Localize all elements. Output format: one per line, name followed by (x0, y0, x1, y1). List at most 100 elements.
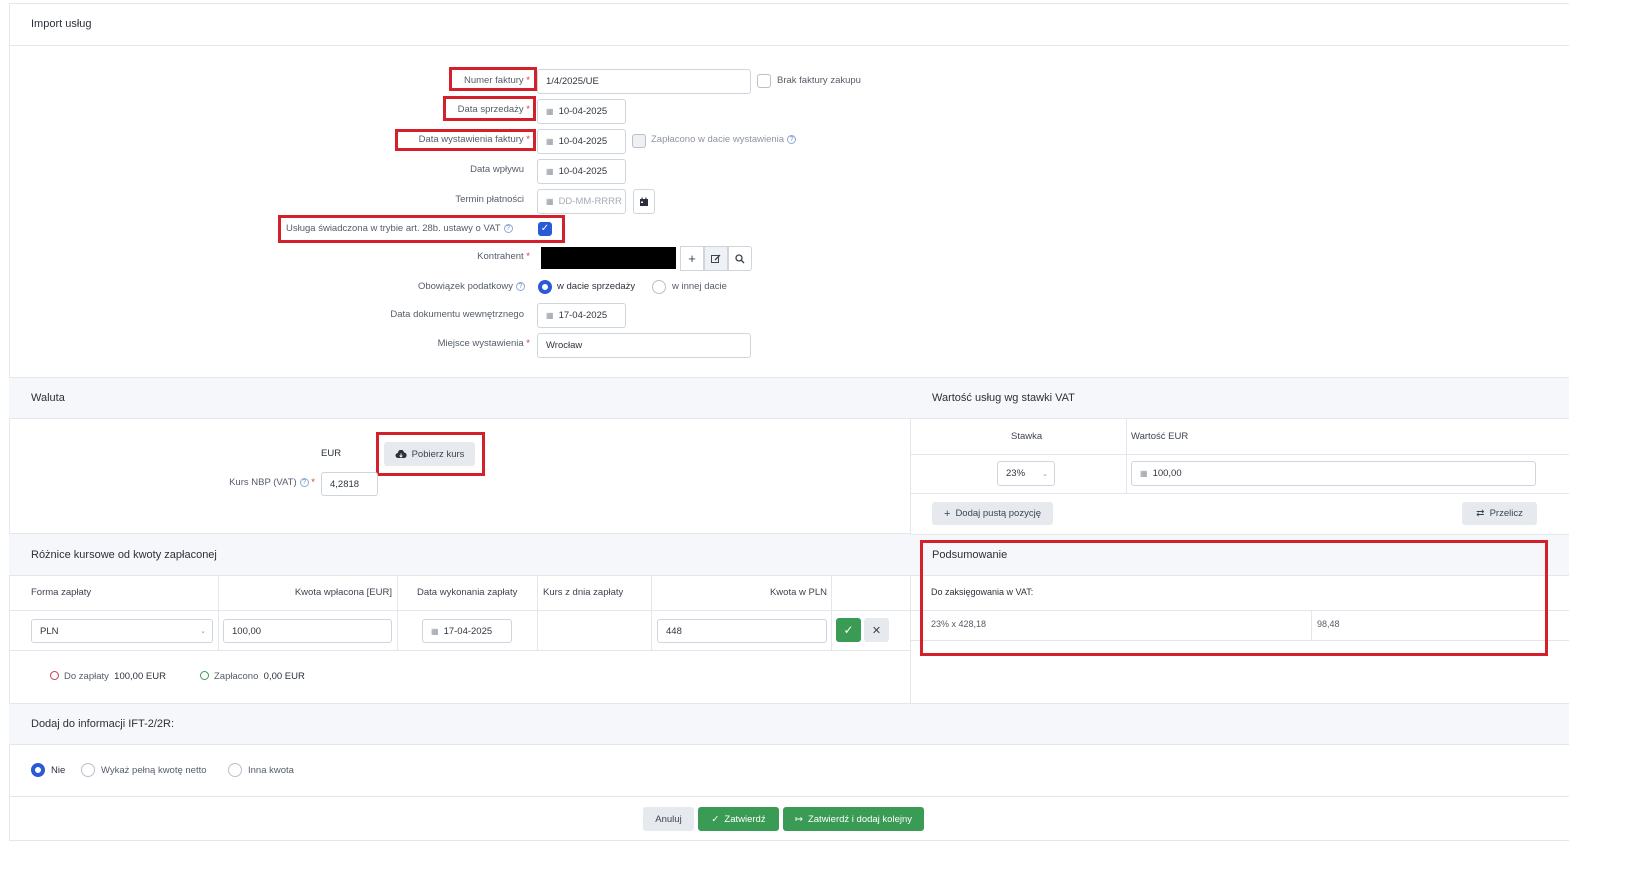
help-icon[interactable]: ? (299, 478, 309, 487)
search-contractor-button[interactable] (728, 246, 752, 271)
cancel-button[interactable]: Anuluj (643, 807, 694, 831)
tax-obligation-label: Obowiązek podatkowy? (395, 281, 525, 292)
vat-table-bottom-divider (910, 493, 1569, 494)
vat-table-col-divider (1126, 419, 1127, 493)
ift-no-radio[interactable] (31, 763, 45, 777)
calendar-icon (640, 197, 648, 206)
status-dot-icon (50, 671, 59, 680)
payment-date-column-header: Data wykonania zapłaty (417, 587, 518, 598)
ift-other-amount-radio[interactable] (228, 763, 242, 777)
edit-icon (711, 254, 721, 263)
issue-date-input[interactable]: ▦ 10-04-2025 (537, 129, 626, 154)
receipt-date-label: Data wpływu (470, 164, 524, 175)
check-icon: ✓ (711, 813, 720, 825)
help-icon[interactable]: ? (503, 224, 513, 233)
confirm-button[interactable]: ✓ Zatwierdź (698, 807, 779, 831)
add-empty-position-button[interactable]: + Dodaj pustą pozycję (932, 502, 1053, 525)
ift-full-net-radio[interactable] (81, 763, 95, 777)
chevron-down-icon: ⌄ (200, 628, 206, 635)
payment-date-input[interactable]: ▦ 17-04-2025 (422, 619, 512, 643)
highlight-summary (920, 540, 1548, 656)
plus-icon: + (944, 507, 951, 520)
calendar-icon: ▦ (431, 626, 439, 636)
cloud-download-icon (395, 449, 407, 458)
vat-rate-select[interactable]: 23% ⌄ (997, 461, 1055, 486)
amount-pln-input[interactable]: 448 (657, 619, 827, 643)
exchange-col-divider (651, 576, 652, 650)
exchange-header-divider (9, 610, 910, 611)
remove-payment-row-button[interactable]: ✕ (864, 618, 889, 642)
status-dot-icon (200, 671, 209, 680)
internal-doc-date-input[interactable]: ▦ 17-04-2025 (537, 303, 626, 328)
payment-term-input[interactable]: ▦ DD-MM-RRRR (537, 189, 626, 214)
currency-section-header: Waluta (9, 377, 910, 419)
calendar-icon: ▦ (546, 311, 554, 320)
sale-date-input[interactable]: ▦ 10-04-2025 (537, 99, 626, 124)
tax-obligation-sale-date-radio[interactable] (538, 280, 552, 294)
confirm-and-add-next-button[interactable]: ↦ Zatwierdź i dodaj kolejny (783, 807, 924, 831)
vat-table-row-divider (910, 454, 1569, 455)
ift-full-net-label: Wykaż pełną kwotę netto (101, 765, 207, 776)
edit-contractor-button[interactable] (704, 246, 728, 271)
ift-other-amount-label: Inna kwota (248, 765, 294, 776)
highlight-sale-date (443, 96, 536, 121)
footer-divider (9, 796, 1569, 797)
page-title: Import usług (31, 18, 92, 30)
paid-on-issue-label: Zapłacono w dacie wystawienia? (651, 134, 797, 145)
payment-term-label: Termin płatności (455, 194, 524, 205)
vat-rate-column-header: Stawka (1011, 431, 1043, 442)
art28b-label: Usługa świadczona w trybie art. 28b. ust… (286, 223, 513, 234)
exchange-col-divider (537, 576, 538, 650)
help-icon[interactable]: ? (787, 135, 797, 144)
title-divider (9, 45, 1569, 46)
calendar-icon: ▦ (546, 107, 554, 116)
invoice-number-input[interactable]: 1/4/2025/UE (537, 69, 751, 94)
contractor-field-redacted[interactable] (541, 247, 676, 269)
help-icon[interactable]: ? (516, 282, 525, 291)
calendar-icon: ▦ (546, 167, 554, 176)
paid-on-issue-checkbox[interactable] (632, 134, 646, 148)
place-label: Miejsce wystawienia * (437, 338, 530, 349)
exchange-section-header: Różnice kursowe od kwoty zapłaconej (9, 533, 910, 576)
exchange-col-divider (831, 576, 832, 650)
paid-amount-input[interactable]: 100,00 (223, 619, 392, 643)
payment-form-column-header: Forma zapłaty (31, 587, 92, 598)
amount-pln-column-header: Kwota w PLN (769, 587, 827, 598)
nbp-rate-input[interactable]: 4,2818 (321, 472, 378, 496)
internal-doc-date-label: Data dokumentu wewnętrznego (390, 309, 524, 320)
receipt-date-input[interactable]: ▦ 10-04-2025 (537, 159, 626, 184)
ift-no-label: Nie (51, 765, 66, 776)
contractor-label: Kontrahent * (477, 251, 530, 262)
tax-obligation-sale-date-label: w dacie sprzedaży (557, 281, 636, 292)
calculator-icon: ▦ (1140, 469, 1148, 478)
exchange-col-divider (397, 576, 398, 650)
exchange-row-divider (9, 650, 910, 651)
calendar-icon: ▦ (546, 197, 554, 206)
plus-icon: + (688, 251, 696, 266)
tax-obligation-other-date-label: w innej dacie (672, 281, 727, 292)
place-input[interactable]: Wrocław (537, 333, 751, 358)
paid-amount-column-header: Kwota wpłacona [EUR] (294, 587, 392, 598)
recalculate-button[interactable]: ⇄ Przelicz (1462, 502, 1537, 525)
no-invoice-label: Brak faktury zakupu (777, 75, 861, 86)
fetch-rate-button[interactable]: Pobierz kurs (384, 442, 475, 466)
paid-status: Zapłacono 0,00 EUR (200, 671, 305, 682)
refresh-icon: ⇄ (1476, 508, 1485, 519)
ift-section-header: Dodaj do informacji IFT-2/2R: (9, 703, 1569, 745)
no-invoice-checkbox[interactable] (757, 74, 771, 88)
nbp-rate-label: Kurs NBP (VAT)? * (229, 477, 315, 488)
close-icon: ✕ (871, 624, 882, 637)
art28b-checkbox[interactable]: ✓ (538, 222, 552, 236)
calendar-picker-button[interactable] (633, 189, 655, 214)
add-contractor-button[interactable]: + (680, 246, 704, 271)
calendar-icon: ▦ (546, 137, 554, 146)
payment-form-select[interactable]: PLN ⌄ (31, 619, 213, 643)
confirm-payment-row-button[interactable]: ✓ (836, 618, 861, 642)
search-icon (735, 253, 745, 263)
vat-value-input[interactable]: ▦ 100,00 (1131, 461, 1536, 486)
to-pay-status: Do zapłaty 100,00 EUR (50, 671, 166, 682)
vat-values-section-header: Wartość usług wg stawki VAT (910, 377, 1569, 419)
rate-of-day-column-header: Kurs z dnia zapłaty (543, 587, 624, 598)
tax-obligation-other-date-radio[interactable] (652, 280, 666, 294)
sign-in-icon: ↦ (795, 813, 803, 825)
